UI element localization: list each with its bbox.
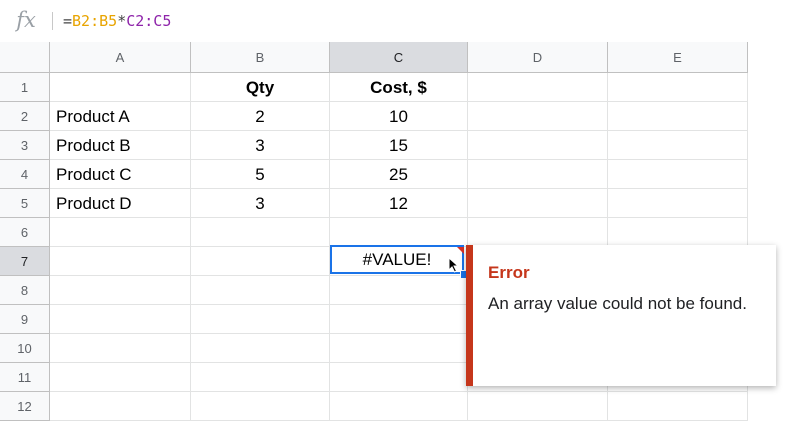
select-all-corner[interactable] (0, 42, 50, 73)
row-header-8[interactable]: 8 (0, 276, 50, 305)
cell-e5[interactable] (608, 189, 748, 218)
column-header-c[interactable]: C (330, 42, 468, 73)
row-header-2[interactable]: 2 (0, 102, 50, 131)
error-tooltip: Error An array value could not be found. (466, 245, 776, 386)
cell-a6[interactable] (50, 218, 191, 247)
cell-a7[interactable] (50, 247, 191, 276)
cell-b4[interactable]: 5 (191, 160, 330, 189)
formula-bar-divider (52, 12, 53, 30)
cell-b6[interactable] (191, 218, 330, 247)
cell-c9[interactable] (330, 305, 468, 334)
cell-b8[interactable] (191, 276, 330, 305)
row-header-3[interactable]: 3 (0, 131, 50, 160)
formula-bar: fx =B2:B5*C2:C5 (0, 0, 800, 43)
cell-a5[interactable]: Product D (50, 189, 191, 218)
cell-e12[interactable] (608, 392, 748, 421)
cell-c5[interactable]: 12 (330, 189, 468, 218)
cell-d1[interactable] (468, 73, 608, 102)
formula-token: * (117, 12, 127, 30)
cell-b5[interactable]: 3 (191, 189, 330, 218)
cell-c3[interactable]: 15 (330, 131, 468, 160)
cell-c10[interactable] (330, 334, 468, 363)
cell-a10[interactable] (50, 334, 191, 363)
row-header-1[interactable]: 1 (0, 73, 50, 102)
cell-b7[interactable] (191, 247, 330, 276)
cell-b12[interactable] (191, 392, 330, 421)
row-header-7[interactable]: 7 (0, 247, 50, 276)
cell-a11[interactable] (50, 363, 191, 392)
row-header-5[interactable]: 5 (0, 189, 50, 218)
cell-d5[interactable] (468, 189, 608, 218)
cell-e4[interactable] (608, 160, 748, 189)
formula-token: B2:B5 (72, 12, 118, 30)
row-header-6[interactable]: 6 (0, 218, 50, 247)
cell-d6[interactable] (468, 218, 608, 247)
cell-c8[interactable] (330, 276, 468, 305)
cell-b2[interactable]: 2 (191, 102, 330, 131)
cell-e1[interactable] (608, 73, 748, 102)
cell-b3[interactable]: 3 (191, 131, 330, 160)
cell-b11[interactable] (191, 363, 330, 392)
cell-a2[interactable]: Product A (50, 102, 191, 131)
cell-a8[interactable] (50, 276, 191, 305)
column-header-e[interactable]: E (608, 42, 748, 73)
row-header-10[interactable]: 10 (0, 334, 50, 363)
cell-d2[interactable] (468, 102, 608, 131)
cell-d12[interactable] (468, 392, 608, 421)
formula-input[interactable]: =B2:B5*C2:C5 (63, 10, 171, 32)
error-tooltip-message: An array value could not be found. (488, 294, 747, 313)
cell-c6[interactable] (330, 218, 468, 247)
cell-c11[interactable] (330, 363, 468, 392)
column-header-a[interactable]: A (50, 42, 191, 73)
cell-a4[interactable]: Product C (50, 160, 191, 189)
cell-b1[interactable]: Qty (191, 73, 330, 102)
cell-e6[interactable] (608, 218, 748, 247)
cell-c2[interactable]: 10 (330, 102, 468, 131)
mouse-pointer-icon (448, 257, 460, 273)
row-header-9[interactable]: 9 (0, 305, 50, 334)
cell-d4[interactable] (468, 160, 608, 189)
row-header-12[interactable]: 12 (0, 392, 50, 421)
cell-c1[interactable]: Cost, $ (330, 73, 468, 102)
column-header-b[interactable]: B (191, 42, 330, 73)
cell-b9[interactable] (191, 305, 330, 334)
function-icon: fx (16, 8, 36, 32)
cell-a12[interactable] (50, 392, 191, 421)
error-indicator-icon (457, 247, 464, 254)
cell-e2[interactable] (608, 102, 748, 131)
cell-d3[interactable] (468, 131, 608, 160)
cell-b10[interactable] (191, 334, 330, 363)
cell-a9[interactable] (50, 305, 191, 334)
active-cell-c7[interactable]: #VALUE! (330, 245, 464, 274)
column-header-d[interactable]: D (468, 42, 608, 73)
formula-token: = (63, 12, 73, 30)
formula-token: C2:C5 (126, 12, 172, 30)
cell-c4[interactable]: 25 (330, 160, 468, 189)
cell-c12[interactable] (330, 392, 468, 421)
error-tooltip-title: Error (488, 263, 530, 282)
row-header-4[interactable]: 4 (0, 160, 50, 189)
cell-a1[interactable] (50, 73, 191, 102)
cell-e3[interactable] (608, 131, 748, 160)
row-header-11[interactable]: 11 (0, 363, 50, 392)
cell-a3[interactable]: Product B (50, 131, 191, 160)
